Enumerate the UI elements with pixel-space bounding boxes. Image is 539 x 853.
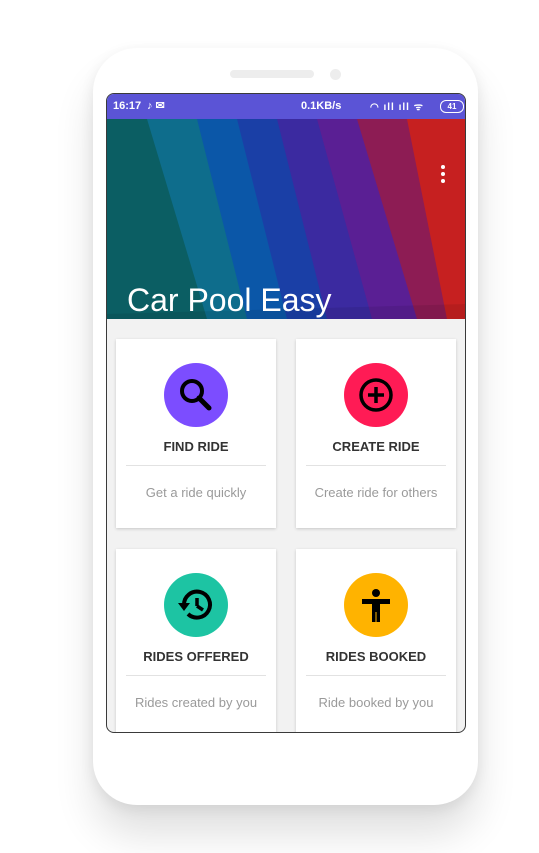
- card-subtitle: Ride booked by you: [318, 695, 434, 710]
- card-rides-offered[interactable]: RIDES OFFERED Rides created by you: [116, 549, 276, 732]
- app-header: Car Pool Easy: [107, 119, 465, 319]
- card-divider: [306, 465, 446, 466]
- find-ride-icon-circle: [164, 363, 228, 427]
- card-subtitle: Rides created by you: [134, 695, 258, 710]
- network-speed: 0.1KB/s: [301, 100, 342, 112]
- add-circle-icon: [359, 378, 393, 412]
- person-icon: [362, 589, 390, 622]
- app-title: Car Pool Easy: [127, 282, 332, 318]
- rides-offered-icon-circle: [164, 573, 228, 637]
- card-create-ride[interactable]: CREATE RIDE Create ride for others: [296, 339, 456, 528]
- status-time: 16:17: [113, 100, 142, 112]
- battery-icon: 41: [440, 100, 464, 113]
- signal-wifi-icons: ◠ ıll ıll ᯤ: [370, 102, 424, 113]
- rides-booked-icon-circle: [344, 573, 408, 637]
- create-ride-icon-circle: [344, 363, 408, 427]
- card-title: CREATE RIDE: [332, 439, 420, 454]
- notification-icons: ♪ ✉: [147, 100, 165, 112]
- card-title: FIND RIDE: [163, 439, 229, 454]
- history-icon: [178, 589, 212, 620]
- card-rides-booked[interactable]: RIDES BOOKED Ride booked by you: [296, 549, 456, 732]
- phone-camera: [330, 69, 341, 80]
- more-vert-icon[interactable]: [441, 165, 447, 185]
- card-subtitle: Create ride for others: [314, 485, 438, 500]
- app-screen: 16:17 ♪ ✉ 0.1KB/s ◠ ıll ıll ᯤ 41 Car Poo…: [106, 93, 466, 733]
- card-divider: [126, 675, 266, 676]
- search-icon: [180, 379, 212, 411]
- card-subtitle: Get a ride quickly: [145, 485, 247, 500]
- card-divider: [126, 465, 266, 466]
- card-find-ride[interactable]: FIND RIDE Get a ride quickly: [116, 339, 276, 528]
- phone-speaker: [230, 70, 314, 78]
- status-bar: 16:17 ♪ ✉ 0.1KB/s ◠ ıll ıll ᯤ 41: [107, 94, 465, 119]
- card-title: RIDES OFFERED: [143, 649, 249, 664]
- card-title: RIDES BOOKED: [325, 649, 427, 664]
- card-divider: [306, 675, 446, 676]
